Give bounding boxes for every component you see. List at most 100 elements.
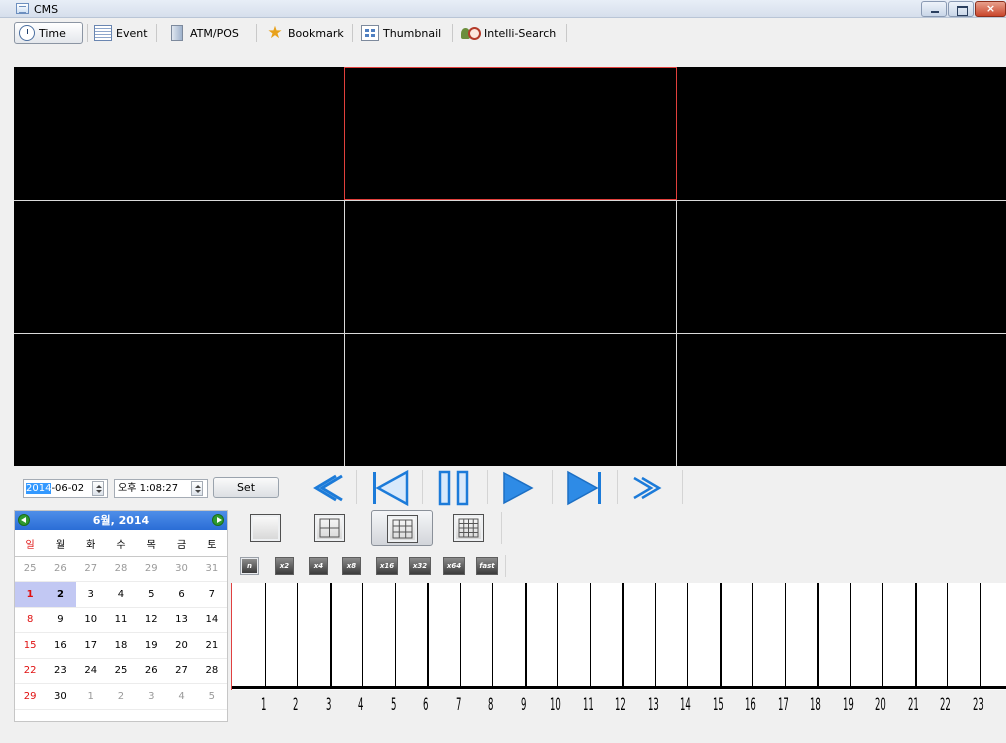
timeline-tick <box>785 583 786 687</box>
calendar-day[interactable]: 4 <box>166 683 197 710</box>
weekday-mon: 월 <box>45 531 76 557</box>
calendar-day[interactable]: 5 <box>136 581 167 608</box>
speed-x4-button[interactable]: x4 <box>309 557 328 575</box>
calendar-day[interactable]: 5 <box>196 683 227 710</box>
calendar-day[interactable]: 15 <box>15 632 46 659</box>
video-cell-4[interactable] <box>14 201 344 333</box>
tab-intelli-search[interactable]: Intelli-Search <box>456 22 560 44</box>
calendar-day[interactable]: 6 <box>166 581 197 608</box>
go-to-end-button[interactable] <box>555 468 615 508</box>
timeline-hour-label: 22 <box>940 695 951 715</box>
calendar-day[interactable]: 1 <box>75 683 106 710</box>
video-cell-8[interactable] <box>345 334 676 466</box>
calendar-day[interactable]: 30 <box>45 683 76 710</box>
calendar-day[interactable]: 7 <box>196 581 227 608</box>
speed-x32-button[interactable]: x32 <box>409 557 431 575</box>
intelli-search-icon <box>460 25 481 41</box>
tab-bookmark[interactable]: ★ Bookmark <box>262 22 348 44</box>
speed-x2-button[interactable]: x2 <box>275 557 294 575</box>
layout-1x1-button[interactable] <box>243 510 289 546</box>
video-cell-2[interactable] <box>345 67 676 200</box>
calendar-day[interactable]: 16 <box>45 632 76 659</box>
time-spinner[interactable] <box>191 481 203 496</box>
calendar-day[interactable]: 19 <box>136 632 167 659</box>
video-cell-3[interactable] <box>677 67 1006 200</box>
calendar-day[interactable]: 27 <box>75 556 106 582</box>
video-cell-7[interactable] <box>14 334 344 466</box>
calendar-day[interactable]: 22 <box>15 658 46 684</box>
video-cell-9[interactable] <box>677 334 1006 466</box>
layout-1x1-icon <box>250 514 281 542</box>
calendar-day[interactable]: 29 <box>136 556 167 582</box>
calendar-day[interactable]: 25 <box>15 556 46 582</box>
video-cell-5[interactable] <box>345 201 676 333</box>
set-button[interactable]: Set <box>213 477 279 498</box>
calendar-day[interactable]: 25 <box>105 658 137 684</box>
speed-x8-button[interactable]: x8 <box>342 557 361 575</box>
calendar-day[interactable]: 26 <box>136 658 167 684</box>
timeline-tick <box>557 583 558 687</box>
calendar-day[interactable]: 29 <box>15 683 46 710</box>
calendar-day[interactable]: 8 <box>15 607 46 633</box>
calendar-day[interactable]: 10 <box>75 607 106 633</box>
go-to-start-button[interactable] <box>360 468 420 508</box>
speed-fast-button[interactable]: fast <box>476 557 498 575</box>
timeline-tick <box>752 583 753 687</box>
calendar-day[interactable]: 18 <box>105 632 137 659</box>
timeline-tick <box>720 583 722 687</box>
layout-3x3-button[interactable] <box>371 510 433 546</box>
calendar-day[interactable]: 11 <box>105 607 137 633</box>
close-button[interactable]: × <box>975 1 1006 17</box>
tab-atm-pos[interactable]: ATM/POS <box>164 22 243 44</box>
calendar-day[interactable]: 20 <box>166 632 197 659</box>
calendar-day-selected[interactable]: 2 <box>45 581 76 608</box>
layout-4x4-button[interactable] <box>446 510 492 546</box>
timeline-tick <box>297 583 298 687</box>
calendar-day[interactable]: 2 <box>105 683 137 710</box>
calendar-day[interactable]: 21 <box>196 632 227 659</box>
next-month-button[interactable] <box>212 514 224 526</box>
calendar-day[interactable]: 31 <box>196 556 227 582</box>
layout-2x2-button[interactable] <box>307 510 353 546</box>
video-cell-6[interactable] <box>677 201 1006 333</box>
video-cell-1[interactable] <box>14 67 344 200</box>
speed-1x-button[interactable]: n <box>240 557 259 575</box>
calendar-day[interactable]: 3 <box>75 581 106 608</box>
timeline-hour-label: 16 <box>745 695 756 715</box>
calendar-day[interactable]: 23 <box>45 658 76 684</box>
calendar-day[interactable]: 9 <box>45 607 76 633</box>
calendar-day[interactable]: 30 <box>166 556 197 582</box>
date-spinner[interactable] <box>92 481 104 496</box>
calendar-day-selected[interactable]: 1 <box>15 581 46 608</box>
prev-month-button[interactable] <box>18 514 30 526</box>
thumbnail-icon <box>361 25 379 41</box>
calendar-day[interactable]: 12 <box>136 607 167 633</box>
tab-thumbnail[interactable]: Thumbnail <box>357 22 445 44</box>
maximize-button[interactable] <box>948 1 974 17</box>
play-button[interactable] <box>490 468 550 508</box>
timeline-tick <box>427 583 429 687</box>
speed-x64-button[interactable]: x64 <box>443 557 465 575</box>
calendar-day[interactable]: 17 <box>75 632 106 659</box>
fast-forward-button[interactable] <box>620 468 680 508</box>
pause-button[interactable] <box>426 468 486 508</box>
calendar-day[interactable]: 26 <box>45 556 76 582</box>
minimize-button[interactable] <box>921 1 947 17</box>
calendar-day[interactable]: 13 <box>166 607 197 633</box>
timeline-tick <box>330 583 332 687</box>
calendar-day[interactable]: 3 <box>136 683 167 710</box>
calendar-day[interactable]: 14 <box>196 607 227 633</box>
calendar-day[interactable]: 28 <box>196 658 227 684</box>
calendar-day[interactable]: 28 <box>105 556 137 582</box>
speed-x16-button[interactable]: x16 <box>376 557 398 575</box>
calendar-day[interactable]: 24 <box>75 658 106 684</box>
rewind-button[interactable] <box>296 468 356 508</box>
calendar-day[interactable]: 27 <box>166 658 197 684</box>
tab-bookmark-label: Bookmark <box>288 26 344 40</box>
calendar-day[interactable]: 4 <box>105 581 137 608</box>
tab-event[interactable]: Event <box>90 22 152 44</box>
tab-time[interactable]: Time <box>14 22 83 44</box>
pause-icon <box>438 470 451 506</box>
timeline[interactable] <box>231 583 1006 690</box>
weekday-tue: 화 <box>75 531 106 557</box>
